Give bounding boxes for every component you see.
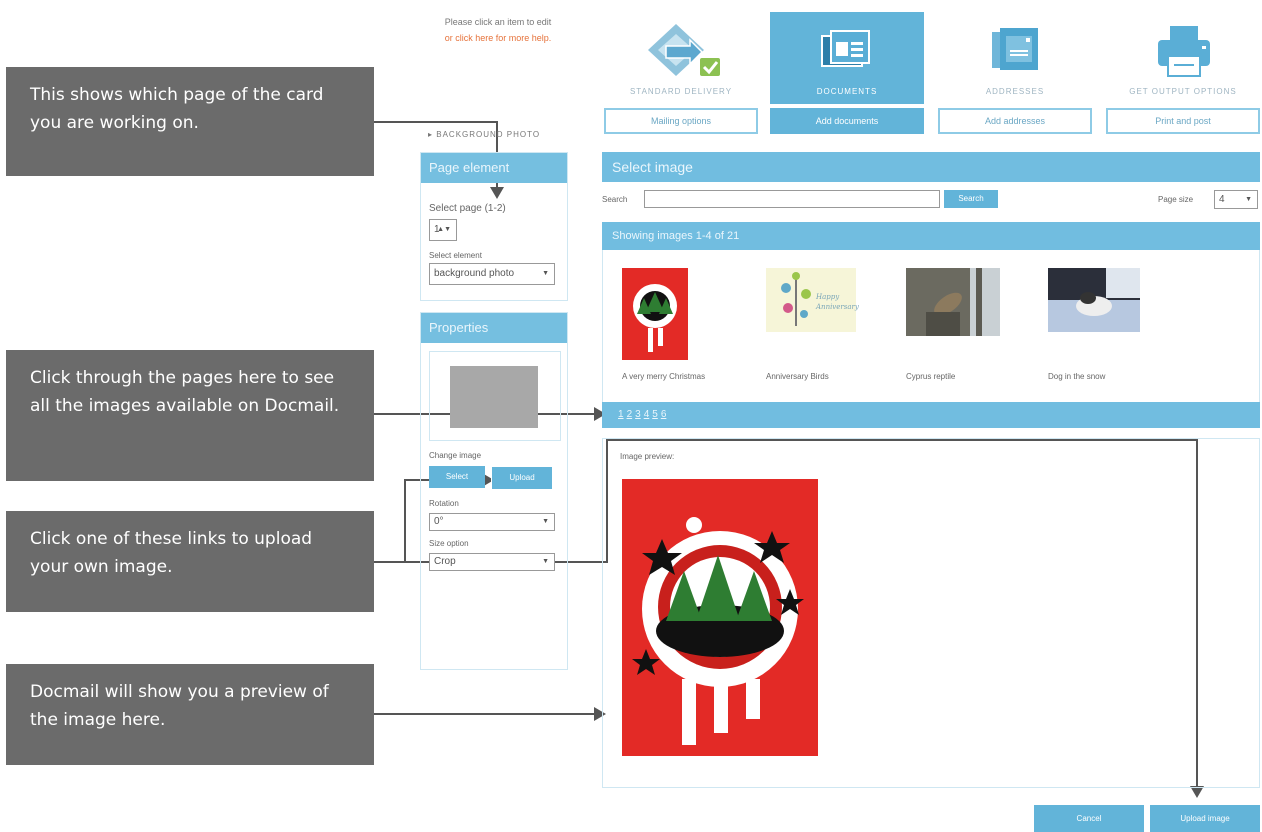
tab-add-addresses[interactable]: Add addresses [938, 108, 1092, 134]
select-element-label: Select element [429, 251, 482, 260]
anniversary-text: Happy Anniversary [816, 293, 859, 311]
callout-preview: Docmail will show you a preview of the i… [6, 664, 374, 765]
thumb-dog[interactable] [1048, 268, 1140, 332]
page-size-select[interactable]: 4 ▼ [1214, 190, 1258, 209]
page-link-2[interactable]: 2 [627, 409, 633, 420]
upload-button[interactable]: Upload [491, 466, 553, 490]
select-image-header: Select image [602, 152, 1260, 182]
size-option-label: Size option [429, 539, 469, 548]
tab-mailing-options[interactable]: Mailing options [604, 108, 758, 134]
results-header: Showing images 1-4 of 21 [602, 222, 1260, 250]
help-link[interactable]: or click here for more help. [418, 30, 578, 46]
page-link-6[interactable]: 6 [661, 409, 667, 420]
callout-page-indicator: This shows which page of the card you ar… [6, 67, 374, 176]
step-documents[interactable]: DOCUMENTS [770, 12, 924, 104]
rotation-select[interactable]: 0° ▼ [429, 513, 555, 531]
rotation-label: Rotation [429, 499, 459, 508]
pagination-bar: 123456 [602, 402, 1260, 428]
properties-panel: Properties Change image Select Upload Ro… [420, 312, 568, 670]
printer-icon [1158, 26, 1210, 77]
chevron-down-icon: ▼ [542, 518, 549, 525]
connector-line [374, 121, 497, 123]
select-page-label: Select page (1-2) [429, 203, 506, 214]
thumb-anniversary[interactable]: Happy Anniversary [766, 268, 859, 332]
callout-upload: Click one of these links to upload your … [6, 511, 374, 612]
tab-print-and-post[interactable]: Print and post [1106, 108, 1260, 134]
page-element-panel: Page element Select page (1-2) 1 ▲▼ Selec… [420, 152, 568, 301]
thumb-caption: A very merry Christmas [622, 372, 706, 381]
rotation-value: 0° [434, 516, 444, 527]
step-label: DOCUMENTS [816, 87, 878, 96]
change-image-label: Change image [429, 451, 482, 460]
element-value: background photo [434, 268, 515, 279]
image-thumbnail [429, 351, 561, 441]
page-link-5[interactable]: 5 [652, 409, 658, 420]
placeholder-image [450, 366, 538, 428]
thumb-caption: Cyprus reptile [906, 372, 956, 381]
thumb-reptile[interactable] [906, 268, 1000, 336]
reptile-image [906, 268, 1000, 336]
breadcrumb: ▸ BACKGROUND PHOTO [428, 130, 541, 139]
page-stepper[interactable]: 1 ▲▼ [429, 219, 457, 241]
delivery-icon [648, 24, 720, 76]
help-text: Please click an item to edit or click he… [418, 14, 578, 46]
chevron-down-icon: ▼ [542, 270, 549, 277]
size-option-select[interactable]: Crop ▼ [429, 553, 555, 571]
thumb-christmas[interactable] [622, 268, 688, 360]
step-addresses[interactable]: ADDRESSES [938, 12, 1092, 104]
connector-line [404, 479, 406, 563]
upload-image-button[interactable]: Upload image [1150, 805, 1260, 832]
page-size-value: 4 [1219, 194, 1225, 205]
page-size-label: Page size [1158, 195, 1194, 204]
preview-label: Image preview: [620, 452, 675, 461]
help-line: Please click an item to edit [444, 17, 552, 27]
panel-title: Page element [421, 153, 567, 183]
step-label: STANDARD DELIVERY [629, 87, 733, 96]
connector-line [374, 713, 596, 715]
size-value: Crop [434, 556, 456, 567]
select-image-button[interactable]: Select [429, 466, 485, 488]
cancel-button[interactable]: Cancel [1034, 805, 1144, 832]
step-delivery[interactable]: STANDARD DELIVERY [604, 12, 758, 104]
search-button[interactable]: Search [944, 190, 998, 208]
page-link-3[interactable]: 3 [635, 409, 641, 420]
page-link-4[interactable]: 4 [644, 409, 650, 420]
documents-icon [821, 30, 870, 67]
tab-add-documents[interactable]: Add documents [770, 108, 924, 134]
thumb-caption: Anniversary Birds [766, 372, 829, 381]
thumb-caption: Dog in the snow [1048, 372, 1106, 381]
results-count: Showing images 1-4 of 21 [612, 230, 740, 242]
element-select[interactable]: background photo ▼ [429, 263, 555, 285]
addresses-icon [992, 28, 1038, 70]
search-label: Search [602, 195, 628, 204]
preview-image [622, 479, 818, 756]
step-label: ADDRESSES [985, 87, 1045, 96]
panel-title: Properties [421, 313, 567, 343]
search-input[interactable] [644, 190, 940, 208]
page-link-1[interactable]: 1 [618, 409, 624, 420]
section-title: Select image [612, 159, 693, 175]
chevron-down-icon: ▼ [1245, 196, 1252, 203]
step-output[interactable]: GET OUTPUT OPTIONS [1106, 12, 1260, 104]
dog-snow-image [1048, 268, 1140, 332]
callout-pagination: Click through the pages here to see all … [6, 350, 374, 481]
christmas-card-image [633, 284, 677, 352]
step-label: GET OUTPUT OPTIONS [1129, 87, 1237, 96]
christmas-card-preview [632, 517, 804, 745]
stepper-arrows-icon: ▲▼ [437, 226, 451, 233]
chevron-down-icon: ▼ [542, 558, 549, 565]
